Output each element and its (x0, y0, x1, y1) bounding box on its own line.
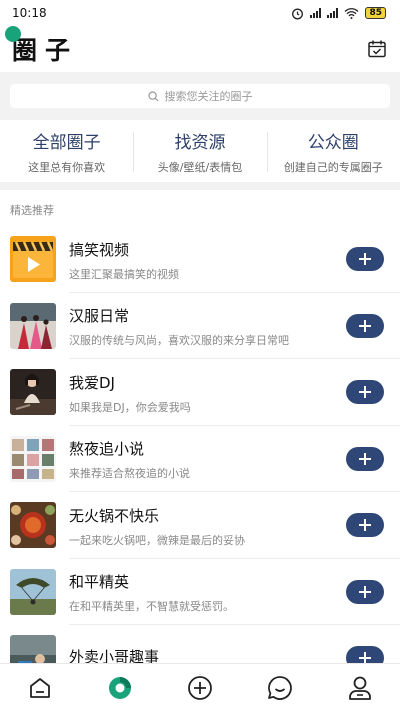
search-input[interactable]: 搜索您关注的圈子 (10, 84, 390, 108)
bottom-nav (0, 663, 400, 711)
wifi-icon (344, 7, 359, 19)
calendar-check-button[interactable] (366, 38, 388, 60)
plus-icon (359, 452, 371, 465)
category-subtitle: 头像/壁纸/表情包 (157, 160, 243, 174)
circle-icon (109, 676, 131, 699)
category-tabs: 全部圈子 这里总有你喜欢 找资源 头像/壁纸/表情包 公众圈 创建自己的专属圈子 (0, 120, 400, 190)
signal-icon (310, 8, 322, 18)
category-title: 全部圈子 (32, 132, 101, 153)
message-icon (268, 675, 292, 700)
item-title: 无火锅不快乐 (69, 506, 160, 525)
item-description: 这里汇聚最搞笑的视频 (69, 267, 179, 281)
page-title: 圈子 (12, 36, 79, 65)
nav-circle[interactable] (100, 668, 140, 708)
item-title: 搞笑视频 (69, 240, 130, 259)
category-public-circle[interactable]: 公众圈 创建自己的专属圈子 (266, 128, 400, 175)
item-description: 汉服的传统与风尚，喜欢汉服的来分享日常吧 (69, 334, 289, 348)
list-item[interactable]: 和平精英 在和平精英里，不智慧就受惩罚。 (0, 559, 400, 626)
item-title: 我爱DJ (69, 373, 115, 392)
join-button[interactable] (346, 446, 384, 471)
nav-home[interactable] (20, 668, 60, 708)
join-button[interactable] (346, 313, 384, 338)
list-item[interactable]: 汉服日常 汉服的传统与风尚，喜欢汉服的来分享日常吧 (0, 293, 400, 360)
header: 圈子 (0, 26, 400, 72)
item-description: 在和平精英里，不智慧就受惩罚。 (69, 600, 234, 614)
list-item[interactable]: 无火锅不快乐 一起来吃火锅吧，微辣是最后的妥协 (0, 492, 400, 559)
item-title: 和平精英 (69, 573, 130, 592)
category-subtitle: 创建自己的专属圈子 (283, 160, 383, 174)
plus-icon (359, 253, 371, 266)
add-circle-icon (188, 675, 212, 700)
section-label: 精选推荐 (10, 204, 54, 217)
alarm-icon (292, 8, 304, 19)
novel-collage-thumbnail (10, 435, 56, 482)
battery-icon: 85 (365, 7, 386, 19)
join-button[interactable] (346, 579, 384, 604)
item-description: 来推荐适合熬夜追的小说 (69, 467, 190, 481)
item-title: 汉服日常 (69, 307, 130, 326)
nav-messages[interactable] (260, 668, 300, 708)
category-all-circles[interactable]: 全部圈子 这里总有你喜欢 (0, 128, 133, 175)
calendar-check-icon (368, 40, 386, 58)
game-photo-thumbnail (10, 568, 56, 615)
dj-photo-thumbnail (10, 369, 56, 416)
plus-icon (359, 319, 371, 332)
recommended-list: 搞笑视频 这里汇聚最搞笑的视频 汉服日常 汉服的传统与风尚，喜欢汉服的来分享日常… (0, 226, 400, 676)
notification-dot (5, 26, 21, 42)
category-title: 公众圈 (307, 132, 359, 153)
search-placeholder: 搜索您关注的圈子 (164, 90, 253, 103)
category-find-resources[interactable]: 找资源 头像/壁纸/表情包 (133, 128, 266, 175)
category-subtitle: 这里总有你喜欢 (28, 160, 106, 174)
search-icon (147, 90, 158, 101)
home-icon (30, 677, 50, 698)
item-title: 熬夜追小说 (69, 440, 145, 459)
join-button[interactable] (346, 513, 384, 538)
list-item[interactable]: 我爱DJ 如果我是DJ，你会爱我吗 (0, 359, 400, 426)
join-button[interactable] (346, 380, 384, 405)
video-clapper-thumbnail (10, 236, 56, 283)
plus-icon (359, 519, 371, 532)
plus-icon (359, 386, 371, 399)
search-bar-container: 搜索您关注的圈子 (0, 72, 400, 120)
item-description: 一起来吃火锅吧，微辣是最后的妥协 (69, 533, 245, 547)
status-icons: 85 (291, 7, 386, 20)
plus-icon (359, 585, 371, 598)
join-button[interactable] (346, 247, 384, 272)
category-title: 找资源 (174, 132, 226, 153)
profile-icon (349, 676, 371, 700)
list-item[interactable]: 熬夜追小说 来推荐适合熬夜追的小说 (0, 426, 400, 493)
hotpot-photo-thumbnail (10, 502, 56, 549)
status-time: 10:18 (12, 6, 47, 20)
signal-icon (327, 8, 339, 18)
status-bar: 10:18 85 (0, 0, 400, 26)
hanfu-photo-thumbnail (10, 302, 56, 349)
nav-profile[interactable] (340, 668, 380, 708)
list-item[interactable]: 搞笑视频 这里汇聚最搞笑的视频 (0, 226, 400, 293)
item-description: 如果我是DJ，你会爱我吗 (69, 400, 191, 414)
nav-add[interactable] (180, 668, 220, 708)
